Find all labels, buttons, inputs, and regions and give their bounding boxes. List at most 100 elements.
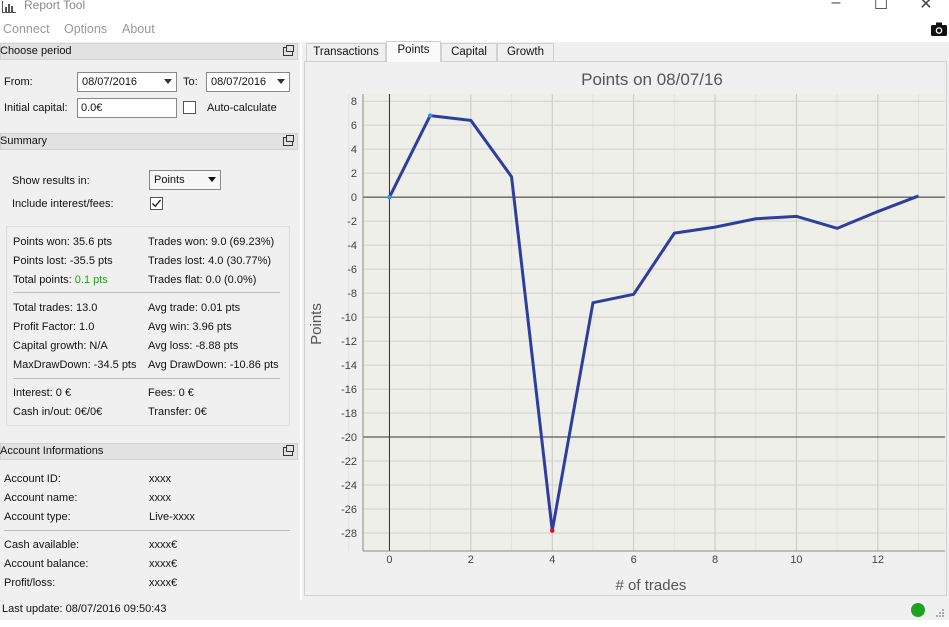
y-tick-label: -28 (341, 528, 357, 540)
y-tick-label: -2 (347, 216, 357, 228)
avg-loss-stat: Avg loss: -8.88 pts (148, 340, 239, 352)
menu-about[interactable]: About (122, 22, 155, 36)
total-points-value: 0.1 pts (74, 274, 108, 286)
plot-area (363, 94, 945, 551)
y-tick-label: 2 (351, 168, 357, 180)
y-tick-label: -12 (341, 336, 357, 348)
y-tick-label: 4 (351, 144, 357, 156)
show-results-label: Show results in: (12, 175, 90, 187)
from-date-picker[interactable]: 08/07/2016 (77, 72, 177, 92)
cash-available-value: xxxx€ (149, 539, 178, 551)
x-tick-label: 8 (712, 554, 718, 566)
data-point (509, 175, 513, 179)
include-fees-checkbox[interactable] (150, 197, 163, 210)
screenshot-camera-icon[interactable] (931, 22, 947, 36)
account-id-value: xxxx (149, 473, 171, 485)
connection-status-indicator (911, 603, 925, 617)
undock-icon[interactable] (283, 45, 294, 56)
cash-available-label: Cash available: (4, 539, 80, 551)
to-date-value: 08/07/2016 (211, 76, 267, 88)
min-point (550, 528, 555, 533)
total-trades-stat: Total trades: 13.0 (13, 302, 98, 314)
divider (4, 530, 290, 531)
to-label: To: (183, 76, 198, 88)
auto-calculate-label: Auto-calculate (207, 102, 277, 114)
chevron-down-icon (208, 177, 216, 182)
account-name-value: xxxx (149, 492, 171, 504)
data-point (469, 118, 473, 122)
window-title: Report Tool (24, 0, 86, 12)
resize-grip-icon[interactable] (935, 608, 945, 618)
title-bar: Report Tool – ☐ ✕ (0, 0, 949, 16)
from-date-value: 08/07/2016 (82, 76, 138, 88)
initial-capital-input[interactable]: 0.0€ (77, 98, 177, 118)
results-unit-value: Points (154, 174, 185, 186)
account-id-label: Account ID: (4, 473, 61, 485)
max-drawdown-stat: MaxDrawDown: -34.5 pts (13, 359, 137, 371)
initial-capital-label: Initial capital: (4, 102, 68, 114)
points-line-chart: 8 6 4 2 0 -2 -4 -6 -8 -10 -12 -14 -16 -18 -20 -22 -24 -26… (305, 62, 946, 595)
summary-header: Summary (0, 133, 298, 150)
trades-won-stat: Trades won: 9.0 (69.23%) (148, 236, 275, 248)
minimize-button[interactable]: – (826, 0, 846, 12)
data-point (631, 292, 635, 296)
profit-loss-label: Profit/loss: (4, 577, 56, 589)
y-tick-label: -6 (347, 264, 357, 276)
x-tick-label: 6 (631, 554, 637, 566)
avg-win-stat: Avg win: 3.96 pts (148, 321, 232, 333)
x-tick-label: 0 (386, 554, 392, 566)
account-type-value: Live-xxxx (149, 511, 195, 523)
x-tick-label: 10 (790, 554, 802, 566)
data-point (672, 231, 676, 235)
y-tick-label: -4 (347, 240, 357, 252)
profit-loss-value: xxxx€ (149, 577, 178, 589)
y-tick-label: 0 (351, 192, 357, 204)
trades-lost-stat: Trades lost: 4.0 (30.77%) (148, 255, 272, 267)
choose-period-title: Choose period (0, 45, 72, 57)
tab-growth[interactable]: Growth (497, 43, 554, 62)
divider (13, 378, 280, 379)
y-tick-label: -18 (341, 408, 357, 420)
account-type-label: Account type: (4, 511, 71, 523)
chevron-down-icon (277, 79, 285, 84)
initial-capital-value: 0.0€ (81, 102, 103, 114)
points-won-stat: Points won: 35.6 pts (13, 236, 113, 248)
transfer-stat: Transfer: 0€ (148, 406, 207, 418)
y-tick-label: -24 (341, 480, 357, 492)
undock-icon[interactable] (283, 135, 294, 146)
account-info-title: Account Informations (0, 445, 104, 457)
to-date-picker[interactable]: 08/07/2016 (206, 72, 290, 92)
tab-points[interactable]: Points (386, 41, 441, 62)
account-balance-value: xxxx€ (149, 558, 178, 570)
background-strip (0, 620, 949, 627)
account-balance-label: Account balance: (4, 558, 89, 570)
y-tick-label: 8 (351, 96, 357, 108)
results-unit-select[interactable]: Points (149, 170, 221, 190)
menu-connect[interactable]: Connect (3, 22, 50, 36)
auto-calculate-checkbox[interactable] (183, 101, 196, 114)
capital-growth-stat: Capital growth: N/A (13, 340, 108, 352)
y-axis-title: Points (308, 303, 325, 345)
summary-title: Summary (0, 135, 48, 147)
status-bar: Last update: 08/07/2016 09:50:43 (0, 600, 949, 620)
tab-transactions[interactable]: Transactions (306, 43, 386, 62)
undock-icon[interactable] (283, 445, 294, 456)
y-tick-label: 6 (351, 120, 357, 132)
divider (13, 292, 280, 293)
max-point (427, 113, 433, 118)
x-tick-label: 12 (872, 554, 884, 566)
avg-trade-stat: Avg trade: 0.01 pts (148, 302, 241, 314)
account-name-label: Account name: (4, 492, 78, 504)
interest-stat: Interest: 0 € (13, 387, 72, 399)
start-point (387, 194, 392, 200)
data-point (591, 301, 595, 305)
close-button[interactable]: ✕ (916, 0, 936, 13)
maximize-button[interactable]: ☐ (871, 0, 891, 13)
tab-capital[interactable]: Capital (441, 43, 497, 62)
menu-options[interactable]: Options (64, 22, 107, 36)
chart-title: Points on 08/07/16 (581, 70, 723, 89)
profit-factor-stat: Profit Factor: 1.0 (13, 321, 95, 333)
x-tick-label: 2 (468, 554, 474, 566)
y-tick-label: -16 (341, 384, 357, 396)
menu-bar: Connect Options About (0, 16, 949, 40)
